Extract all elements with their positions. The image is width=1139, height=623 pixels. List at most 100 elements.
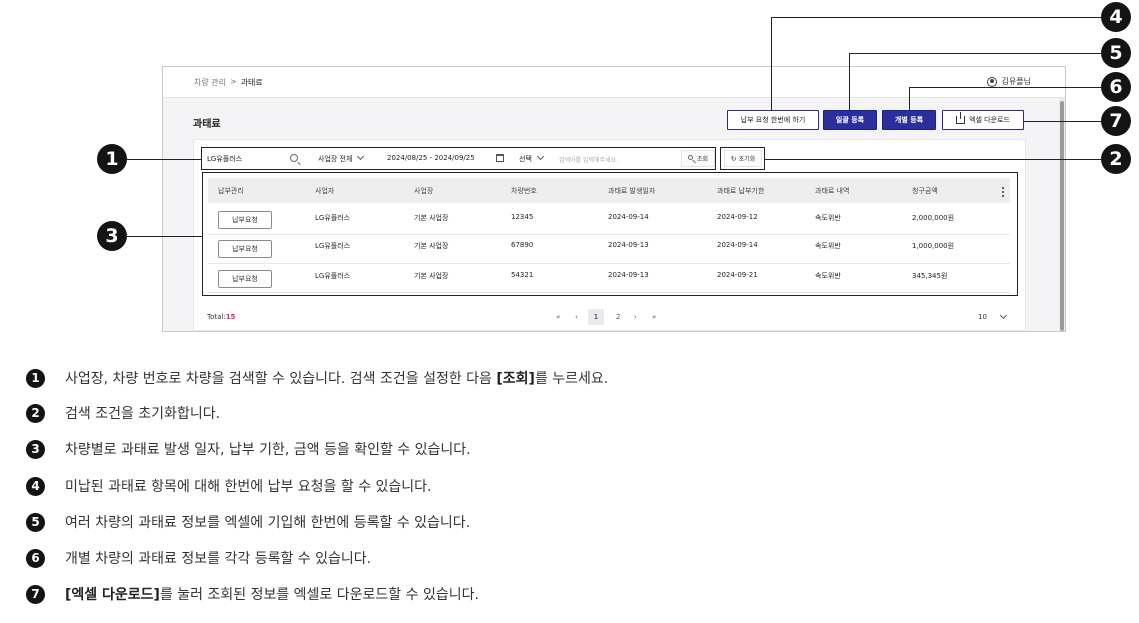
cell-type: 속도위반 (815, 242, 841, 250)
user-name: 김유플님 (1001, 77, 1031, 86)
column-header: 청구금액 (912, 187, 938, 195)
scrollbar-thumb[interactable] (1060, 101, 1064, 331)
callout-2-leader (765, 159, 1101, 160)
cell-site: 기본 사업장 (414, 242, 449, 250)
callout-6-leader (909, 87, 1101, 88)
criteria-select[interactable]: 선택 (519, 152, 544, 164)
individual-register-button[interactable]: 개별 등록 (882, 110, 936, 130)
callout-1: 1 (97, 144, 127, 174)
description-6: 6 개별 차량의 과태료 정보를 각각 등록할 수 있습니다. (26, 548, 371, 568)
cell-type: 속도위반 (815, 272, 841, 280)
user-menu[interactable]: 김유플님 (986, 76, 1031, 87)
pay-request-button[interactable]: 납부요청 (218, 270, 272, 288)
callout-7: 7 (1101, 106, 1131, 136)
page-size-select[interactable]: 10 (974, 309, 1010, 325)
total-label: Total: (207, 313, 226, 321)
callout-6: 6 (1101, 72, 1131, 102)
last-page-button[interactable]: » (652, 313, 656, 321)
excel-download-label: 엑셀 다운로드 (969, 116, 1010, 124)
callout-1-leader (127, 159, 202, 160)
user-icon (986, 76, 997, 87)
download-icon (956, 112, 966, 124)
pay-request-button[interactable]: 납부요청 (218, 211, 272, 229)
cell-amount: 345,345원 (912, 272, 948, 280)
breadcrumb-item-vehicles[interactable]: 차량 관리 (194, 77, 226, 88)
first-page-button[interactable]: « (556, 313, 560, 321)
total-number: 15 (225, 313, 236, 321)
callout-6-leader-vertical (909, 87, 910, 110)
callout-2: 2 (1101, 144, 1131, 174)
description-number: 6 (26, 548, 45, 568)
column-header: 차량번호 (511, 187, 537, 195)
cell-type: 속도위반 (815, 214, 841, 222)
callout-5: 5 (1101, 38, 1131, 68)
reset-button[interactable]: ↻ 초기화 (724, 150, 762, 167)
description-number: 1 (26, 368, 45, 388)
description-text: 차량별로 과태료 발생 일자, 납부 기한, 금액 등을 확인할 수 있습니다. (65, 442, 471, 458)
callout-4-leader (771, 17, 1101, 18)
page-button[interactable]: 2 (616, 313, 620, 321)
date-range-field[interactable]: 2024/08/25 - 2024/09/25 (387, 154, 475, 162)
company-field[interactable]: LG유플러스 (207, 154, 242, 164)
prev-page-button[interactable]: ‹ (575, 313, 578, 321)
description-text: [엑셀 다운로드]를 눌러 조회된 정보를 엑셀로 다운로드할 수 있습니다. (65, 587, 479, 603)
bulk-pay-request-button[interactable]: 납부 요청 한번에 하기 (727, 110, 819, 130)
site-select-value: 사업장 전체 (318, 155, 353, 163)
description-7: 7 [엑셀 다운로드]를 눌러 조회된 정보를 엑셀로 다운로드할 수 있습니다… (26, 584, 479, 604)
bulk-register-button[interactable]: 일괄 등록 (823, 110, 877, 130)
column-header: 과태료 내역 (815, 187, 850, 195)
cell-vehicle: 67890 (511, 241, 534, 249)
criteria-select-value: 선택 (519, 155, 532, 163)
description-1: 1 사업장, 차량 번호로 차량을 검색할 수 있습니다. 검색 조건을 설정한… (26, 368, 608, 388)
chevron-down-icon (999, 311, 1008, 319)
description-2: 2 검색 조건을 초기화합니다. (26, 403, 220, 423)
row-divider (208, 292, 1010, 293)
callout-5-leader-vertical (849, 53, 850, 110)
excel-download-button[interactable]: 엑셀 다운로드 (942, 110, 1024, 130)
callout-3-leader (127, 236, 202, 237)
column-header: 사업장 (414, 187, 434, 195)
callout-7-leader (1024, 121, 1101, 122)
description-4: 4 미납된 과태료 항목에 대해 한번에 납부 요청을 할 수 있습니다. (26, 476, 432, 496)
callout-4-leader-vertical (771, 17, 772, 110)
callout-4: 4 (1101, 2, 1131, 32)
cell-amount: 1,000,000원 (912, 242, 955, 250)
description-5: 5 여러 차량의 과태료 정보를 엑셀에 기입해 한번에 등록할 수 있습니다. (26, 512, 470, 532)
cell-site: 기본 사업장 (414, 214, 449, 222)
page-button-current[interactable]: 1 (588, 309, 604, 325)
description-number: 4 (26, 476, 45, 496)
cell-issued: 2024-09-13 (608, 241, 649, 249)
breadcrumb: 차량 관리 > 과태료 (194, 77, 263, 88)
next-page-button[interactable]: › (634, 313, 637, 321)
description-number: 3 (26, 439, 45, 459)
callout-3: 3 (97, 221, 127, 251)
column-menu-icon[interactable] (1002, 187, 1005, 199)
breadcrumb-separator: > (229, 77, 237, 86)
cell-amount: 2,000,000원 (912, 214, 955, 222)
row-divider (208, 234, 1010, 235)
search-icon (687, 155, 695, 162)
description-number: 5 (26, 512, 45, 532)
search-button[interactable]: 조회 (681, 150, 715, 167)
description-text: 개별 차량의 과태료 정보를 각각 등록할 수 있습니다. (65, 551, 372, 567)
cell-due: 2024-09-12 (717, 213, 758, 221)
description-text: 미납된 과태료 항목에 대해 한번에 납부 요청을 할 수 있습니다. (65, 479, 432, 495)
total-count: Total:15 (207, 313, 235, 321)
cell-company: LG유플러스 (315, 242, 351, 250)
search-icon[interactable] (290, 154, 298, 162)
search-button-label: 조회 (696, 156, 709, 163)
description-text: 사업장, 차량 번호로 차량을 검색할 수 있습니다. 검색 조건을 설정한 다… (65, 371, 609, 387)
breadcrumb-item-current: 과태료 (240, 78, 263, 87)
calendar-icon[interactable] (496, 154, 504, 162)
description-number: 2 (26, 403, 45, 423)
site-select[interactable]: 사업장 전체 (318, 152, 365, 164)
cell-vehicle: 12345 (511, 213, 534, 221)
cell-vehicle: 54321 (511, 271, 534, 279)
search-input[interactable]: 검색어를 입력해주세요. (559, 155, 618, 164)
vertical-scrollbar[interactable] (1059, 98, 1065, 331)
pay-request-button[interactable]: 납부요청 (218, 240, 272, 258)
description-text: 여러 차량의 과태료 정보를 엑셀에 기입해 한번에 등록할 수 있습니다. (65, 515, 471, 531)
column-header: 과태료 발생일자 (608, 187, 656, 195)
cell-issued: 2024-09-14 (608, 213, 649, 221)
row-divider (208, 263, 1010, 264)
